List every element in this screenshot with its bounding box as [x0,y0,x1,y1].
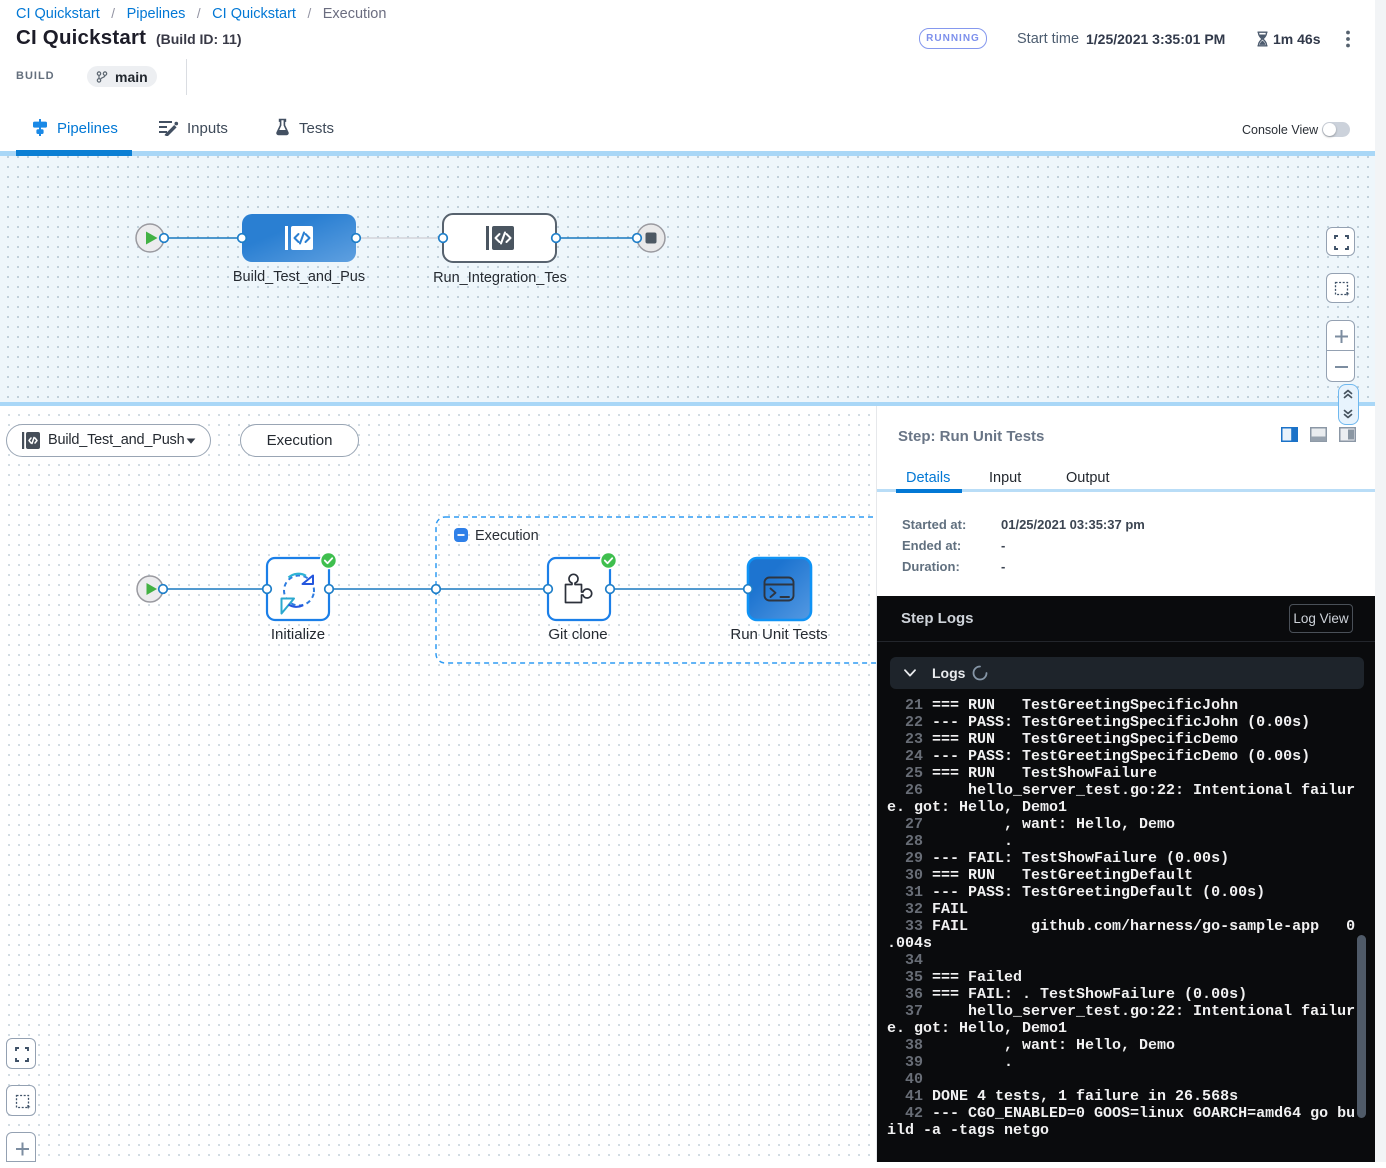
svg-text:Git clone: Git clone [548,626,607,643]
svg-text:Run_Integration_Tes: Run_Integration_Tes [433,270,567,286]
svg-text:Execution: Execution [475,528,539,544]
svg-text:Initialize: Initialize [271,626,325,643]
svg-text:Run Unit Tests: Run Unit Tests [730,626,827,643]
svg-text:Build_Test_and_Pus: Build_Test_and_Pus [233,269,365,285]
